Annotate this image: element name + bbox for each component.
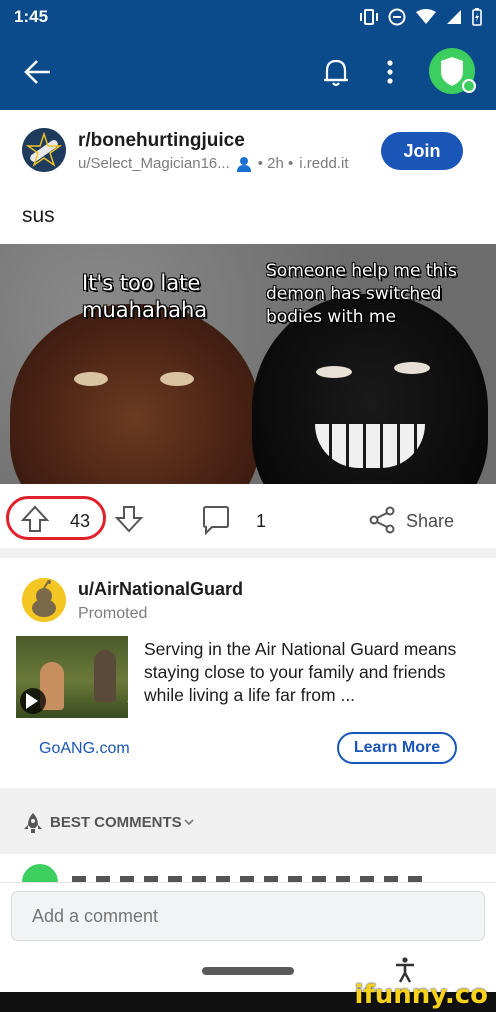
online-status-dot <box>462 79 476 93</box>
post-meta: u/Select_Magician16... • 2h • i.redd.it <box>78 155 349 172</box>
right-face-eye <box>394 362 430 374</box>
comment-preview <box>0 854 496 882</box>
post-action-bar: 43 1 Share <box>0 484 496 558</box>
downvote-icon[interactable] <box>114 504 144 534</box>
right-face-eye <box>316 366 352 378</box>
promoted-post: u/AirNationalGuard Promoted Serving in t… <box>0 558 496 788</box>
wifi-icon <box>416 9 436 24</box>
share-icon[interactable] <box>368 506 396 534</box>
meme-caption-right: Someone help me this demon has switched … <box>266 261 457 327</box>
expand-icon <box>127 701 128 703</box>
bell-icon[interactable] <box>318 54 354 90</box>
bone-juice-icon <box>22 128 66 172</box>
comment-composer <box>0 882 496 992</box>
post-age: • 2h • <box>257 155 294 172</box>
rocket-icon <box>24 813 42 833</box>
left-face-eye <box>74 372 108 386</box>
comment-count: 1 <box>256 511 267 531</box>
post-title: sus <box>22 204 55 227</box>
vibrate-icon <box>360 9 378 25</box>
watermark-logo: ifunny.co <box>354 980 488 1010</box>
back-arrow-icon[interactable] <box>20 54 56 90</box>
post-domain[interactable]: i.redd.it <box>299 155 348 172</box>
play-icon <box>26 693 38 709</box>
signal-icon <box>447 10 461 24</box>
promo-username[interactable]: u/AirNationalGuard <box>78 579 243 600</box>
status-icons <box>360 8 482 26</box>
post-header: r/bonehurtingjuice u/Select_Magician16..… <box>0 110 496 198</box>
learn-more-button[interactable]: Learn More <box>337 732 457 764</box>
promo-video-thumbnail[interactable] <box>16 636 128 718</box>
app-bar <box>0 34 496 110</box>
vote-count: 43 <box>70 511 91 531</box>
promoted-label: Promoted <box>78 605 148 622</box>
home-gesture-bar[interactable] <box>202 967 294 975</box>
promo-link[interactable]: GoANG.com <box>39 740 130 758</box>
upvote-icon[interactable] <box>20 504 50 534</box>
left-face-eye <box>160 372 194 386</box>
user-icon <box>236 156 251 172</box>
thumbnail-figure <box>94 650 116 702</box>
commenter-avatar <box>22 864 58 882</box>
status-time: 1:45 <box>14 7 49 26</box>
post-image[interactable]: It's too late muahahaha Someone help me … <box>0 244 496 484</box>
subreddit-name[interactable]: r/bonehurtingjuice <box>78 130 245 152</box>
join-button[interactable]: Join <box>381 132 463 170</box>
chevron-down-icon <box>184 819 194 826</box>
share-button[interactable]: Share <box>406 511 454 532</box>
do-not-disturb-icon <box>388 8 406 26</box>
add-comment-input[interactable] <box>11 891 485 941</box>
more-vertical-icon[interactable] <box>378 54 402 90</box>
author-name[interactable]: u/Select_Magician16... <box>78 155 230 172</box>
promo-avatar[interactable] <box>22 578 66 622</box>
meme-caption-left: It's too late muahahaha <box>82 271 208 322</box>
promo-body-text[interactable]: Serving in the Air National Guard means … <box>144 638 484 707</box>
status-bar: 1:45 <box>0 0 496 34</box>
comments-sort-label[interactable]: BEST COMMENTS <box>50 814 182 831</box>
comments-sort-bar[interactable]: BEST COMMENTS <box>0 788 496 854</box>
subreddit-avatar[interactable] <box>22 128 66 172</box>
comment-icon[interactable] <box>200 504 232 536</box>
snoo-avatar-icon <box>22 578 66 622</box>
battery-icon <box>472 8 482 26</box>
